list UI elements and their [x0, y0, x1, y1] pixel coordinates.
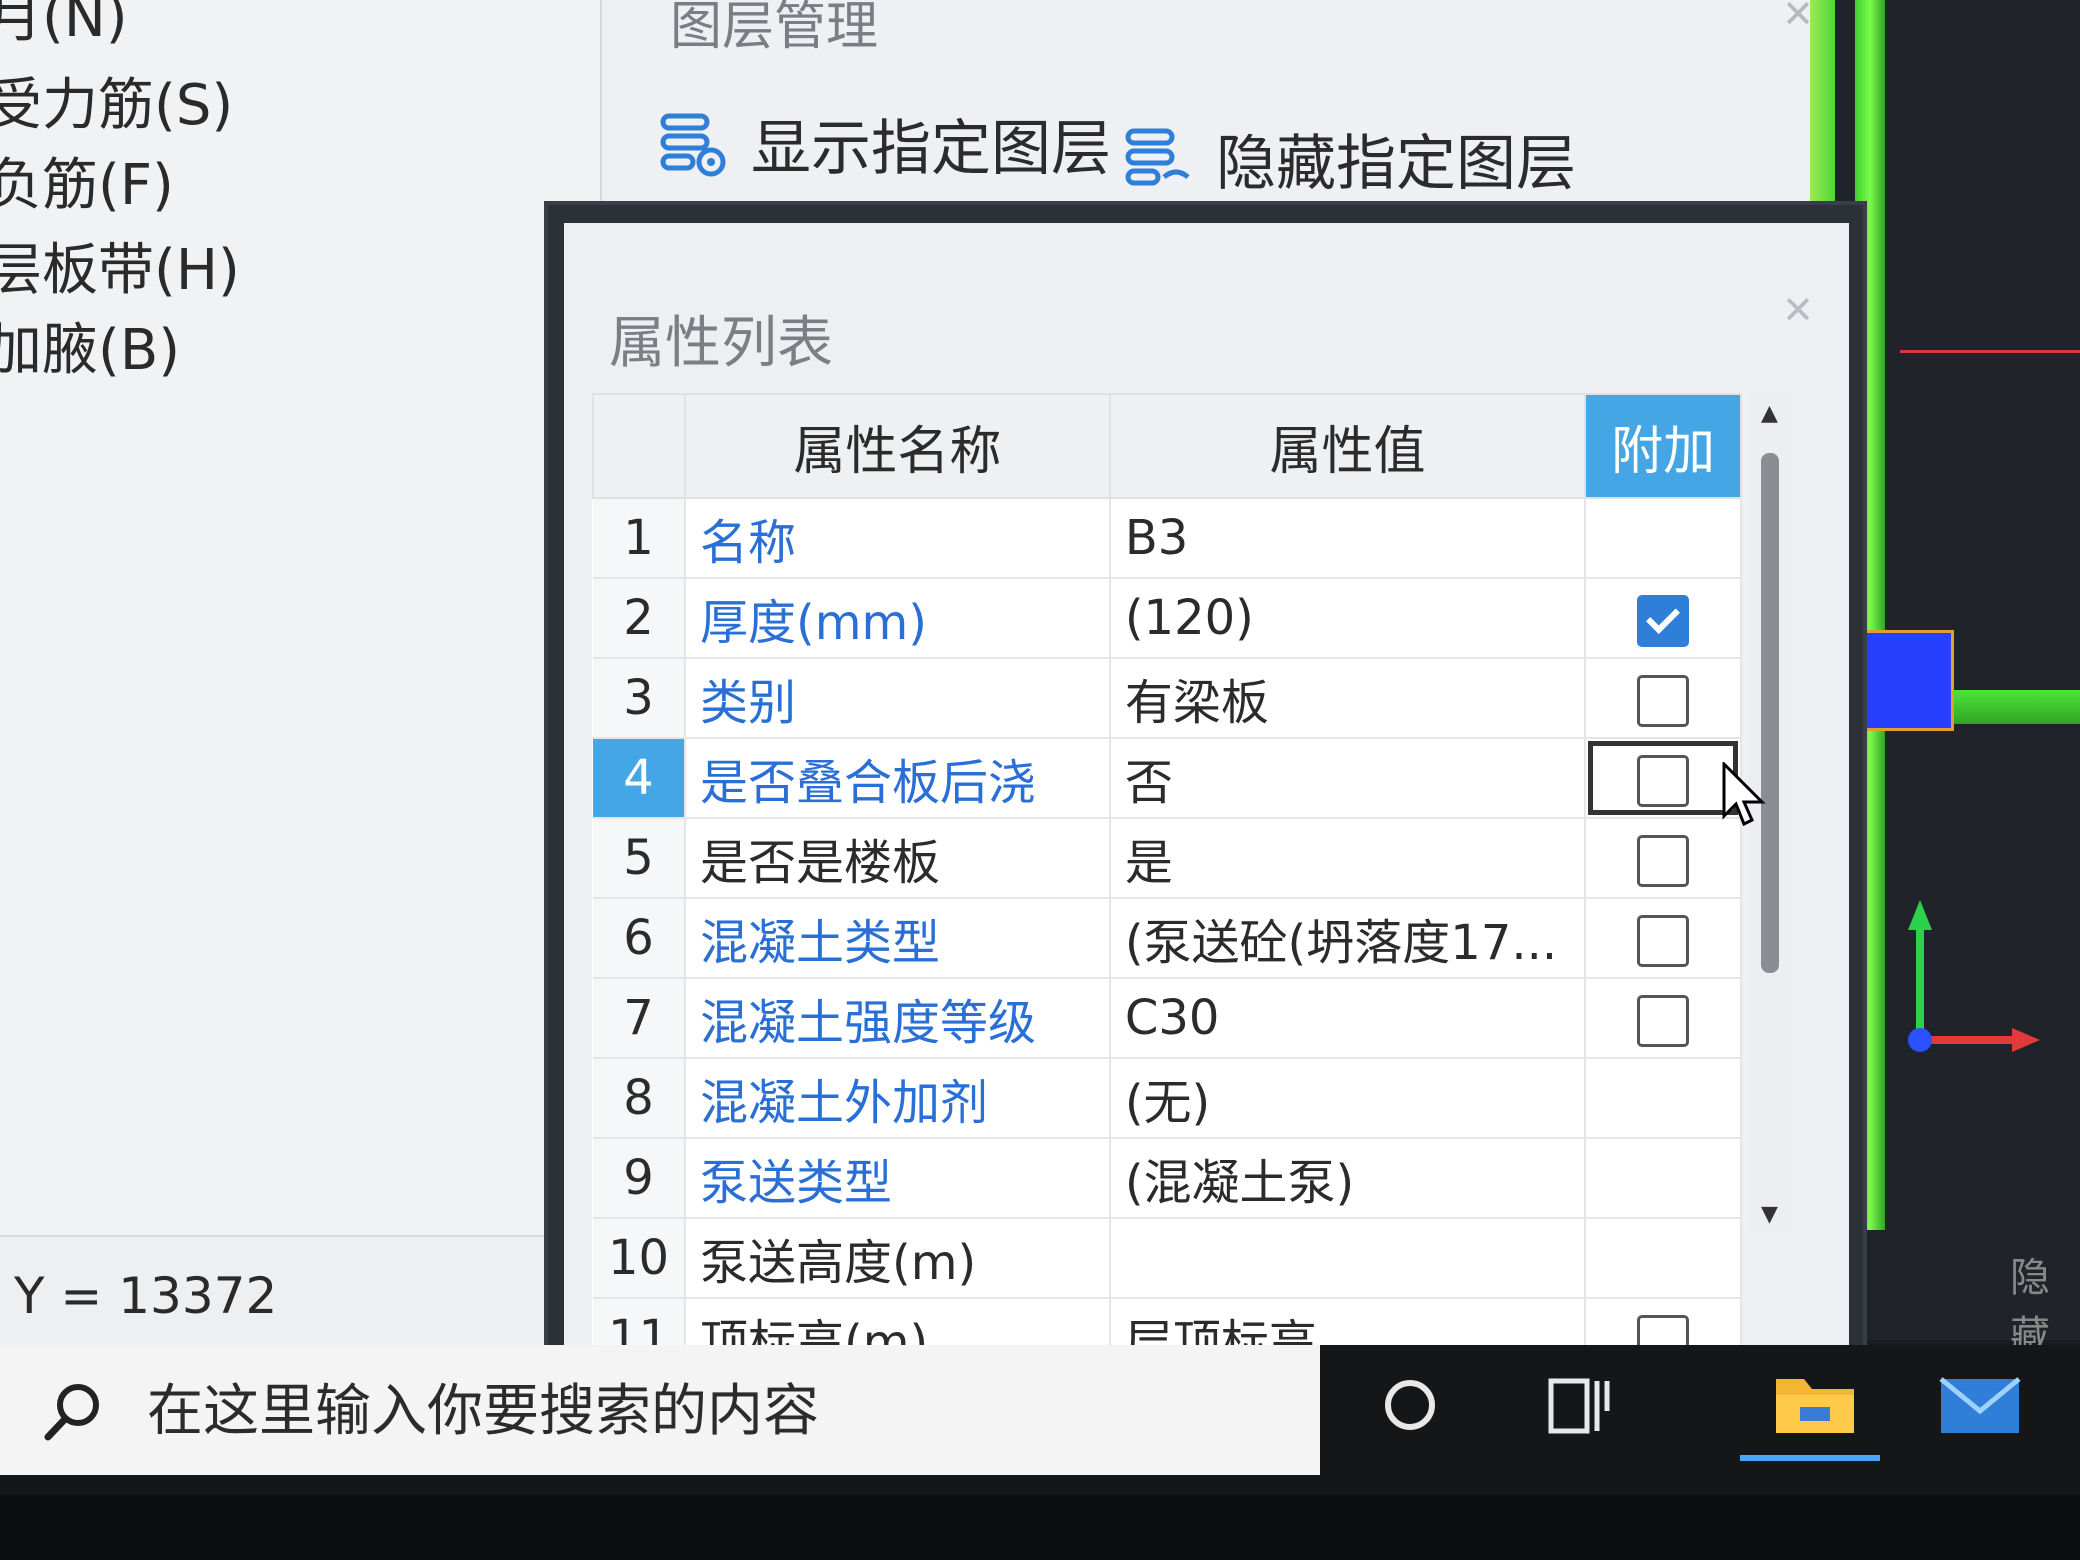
search-input[interactable] — [145, 1365, 1299, 1457]
property-value-cell[interactable]: B3 — [1109, 498, 1587, 579]
property-row[interactable]: 8 混凝土外加剂 (无) — [593, 1058, 1742, 1139]
property-list-dialog: 属性列表 ✕ 属性名称 属性值 附加 1 名称 B3 2 厚度(mm) (120) 3 类别有… — [548, 205, 1863, 1379]
extra-cell — [1585, 498, 1742, 579]
property-table: 属性名称 属性值 附加 1 名称 B3 2 厚度(mm) (120) 3 类别 有梁板 4 是否叠合… — [591, 393, 1742, 1379]
column-header-value[interactable]: 属性值 — [1108, 393, 1587, 499]
taskbar-search-box[interactable] — [0, 1345, 1320, 1475]
property-row[interactable]: 4 是否叠合板后浇否 — [593, 738, 1742, 819]
left-menu-item[interactable]: 加腋(B) — [0, 305, 180, 386]
windows-taskbar — [0, 1345, 2080, 1495]
extra-checkbox[interactable] — [1637, 754, 1690, 807]
search-icon — [44, 1384, 99, 1441]
coordinate-status: Y = 13372 — [0, 1235, 600, 1347]
left-menu-item[interactable]: 受力筋(S) — [0, 60, 233, 141]
property-row[interactable]: 5 是否是楼板是 — [593, 818, 1742, 899]
row-index[interactable]: 8 — [593, 1058, 687, 1139]
row-index[interactable]: 10 — [593, 1218, 687, 1299]
property-name[interactable]: 混凝土强度等级 — [685, 978, 1111, 1059]
property-name[interactable]: 类别 — [685, 658, 1111, 739]
extra-cell — [1585, 818, 1742, 899]
left-menu-panel: 月(N) 受力筋(S) 负筋(F) 层板带(H) 加腋(B) Y = 13372 — [0, 0, 601, 1347]
cortana-icon[interactable] — [1380, 1375, 1440, 1435]
property-name[interactable]: 名称 — [685, 498, 1111, 579]
canvas-hint-text: 隐藏 — [2010, 1255, 2050, 1359]
show-layer-label: 显示指定图层 — [751, 114, 1111, 184]
property-row[interactable]: 10 泵送高度(m) — [593, 1218, 1742, 1299]
extra-checkbox[interactable] — [1637, 674, 1690, 727]
left-menu-item[interactable]: 负筋(F) — [0, 140, 174, 221]
property-name[interactable]: 泵送类型 — [685, 1138, 1111, 1219]
row-index[interactable]: 5 — [593, 818, 687, 899]
extra-cell — [1585, 578, 1742, 659]
property-value-cell[interactable]: (混凝土泵) — [1109, 1138, 1587, 1219]
scroll-thumb[interactable] — [1761, 453, 1779, 973]
property-row[interactable]: 1 名称 B3 — [593, 498, 1742, 579]
property-value-cell[interactable]: (无) — [1109, 1058, 1587, 1139]
extra-cell — [1585, 1138, 1742, 1219]
monitor-bezel — [0, 1495, 2080, 1560]
scroll-down-icon[interactable]: ▼ — [1761, 1202, 1778, 1227]
column-header-extra[interactable]: 附加 — [1584, 393, 1742, 499]
row-index[interactable]: 6 — [593, 898, 687, 979]
extra-checkbox[interactable] — [1637, 834, 1690, 887]
property-name[interactable]: 混凝土类型 — [685, 898, 1111, 979]
column-header-index — [591, 393, 687, 499]
property-value-cell[interactable]: 否 — [1109, 738, 1587, 819]
property-row[interactable]: 3 类别 有梁板 — [593, 658, 1742, 739]
property-name[interactable]: 厚度(mm) — [685, 578, 1111, 659]
row-index[interactable]: 7 — [593, 978, 687, 1059]
property-value-cell[interactable]: (120) — [1109, 578, 1587, 659]
property-row[interactable]: 7 混凝土强度等级 C30 — [593, 978, 1742, 1059]
extra-checkbox[interactable] — [1637, 914, 1690, 967]
left-menu-item[interactable]: 层板带(H) — [0, 225, 240, 306]
extra-cell — [1585, 978, 1742, 1059]
task-view-icon[interactable] — [1545, 1371, 1615, 1441]
extra-cell — [1585, 1058, 1742, 1139]
property-value-cell[interactable]: (泵送砼(坍落度17... — [1109, 898, 1587, 979]
axis-gizmo-icon — [1908, 900, 2040, 1052]
row-index[interactable]: 3 — [593, 658, 687, 739]
property-value-cell[interactable] — [1109, 1218, 1587, 1299]
active-app-indicator — [1740, 1455, 1880, 1461]
mail-icon[interactable] — [1935, 1367, 2025, 1443]
hide-layer-label: 隐藏指定图层 — [1216, 129, 1576, 199]
row-index[interactable]: 9 — [593, 1138, 687, 1219]
property-value-cell[interactable]: 有梁板 — [1109, 658, 1587, 739]
property-name: 泵送高度(m) — [685, 1218, 1111, 1299]
row-index[interactable]: 1 — [593, 498, 687, 579]
property-row[interactable]: 2 厚度(mm) (120) — [593, 578, 1742, 659]
coordinate-readout: Y = 13372 — [14, 1267, 278, 1325]
row-index[interactable]: 2 — [593, 578, 687, 659]
scroll-up-icon[interactable]: ▲ — [1761, 401, 1778, 426]
extra-checkbox[interactable] — [1637, 594, 1690, 647]
property-row[interactable]: 6 混凝土类型 (泵送砼(坍落度17... — [593, 898, 1742, 979]
close-icon[interactable]: ✕ — [1782, 288, 1814, 332]
file-explorer-icon[interactable] — [1770, 1363, 1860, 1443]
extra-cell — [1585, 898, 1742, 979]
extra-cell — [1585, 738, 1742, 819]
property-value-cell[interactable]: 是 — [1109, 818, 1587, 899]
mouse-cursor-icon — [1722, 762, 1766, 827]
property-dialog-title: 属性列表 — [609, 311, 833, 376]
show-layer-button[interactable]: 显示指定图层 — [657, 100, 1111, 187]
property-name[interactable]: 是否叠合板后浇 — [685, 738, 1111, 819]
column-header-name[interactable]: 属性名称 — [684, 393, 1111, 499]
left-menu-item[interactable]: 月(N) — [0, 0, 128, 53]
property-table-body: 1 名称 B3 2 厚度(mm) (120) 3 类别 有梁板 4 是否叠合板后浇否 5 是否是楼板是 6… — [593, 498, 1742, 1379]
canvas-red-line — [1900, 350, 2080, 353]
extra-cell — [1585, 1218, 1742, 1299]
extra-cell — [1585, 658, 1742, 739]
property-name[interactable]: 混凝土外加剂 — [685, 1058, 1111, 1139]
property-value-cell[interactable]: C30 — [1109, 978, 1587, 1059]
hide-layer-button[interactable]: 隐藏指定图层 — [1122, 115, 1576, 202]
row-index[interactable]: 4 — [593, 738, 687, 819]
layer-panel-title: 图层管理 — [670, 0, 879, 57]
property-row[interactable]: 9 泵送类型 (混凝土泵) — [593, 1138, 1742, 1219]
property-name: 是否是楼板 — [685, 818, 1111, 899]
layer-hide-icon — [1125, 128, 1190, 185]
layer-show-icon — [660, 113, 726, 176]
extra-checkbox[interactable] — [1637, 994, 1690, 1047]
